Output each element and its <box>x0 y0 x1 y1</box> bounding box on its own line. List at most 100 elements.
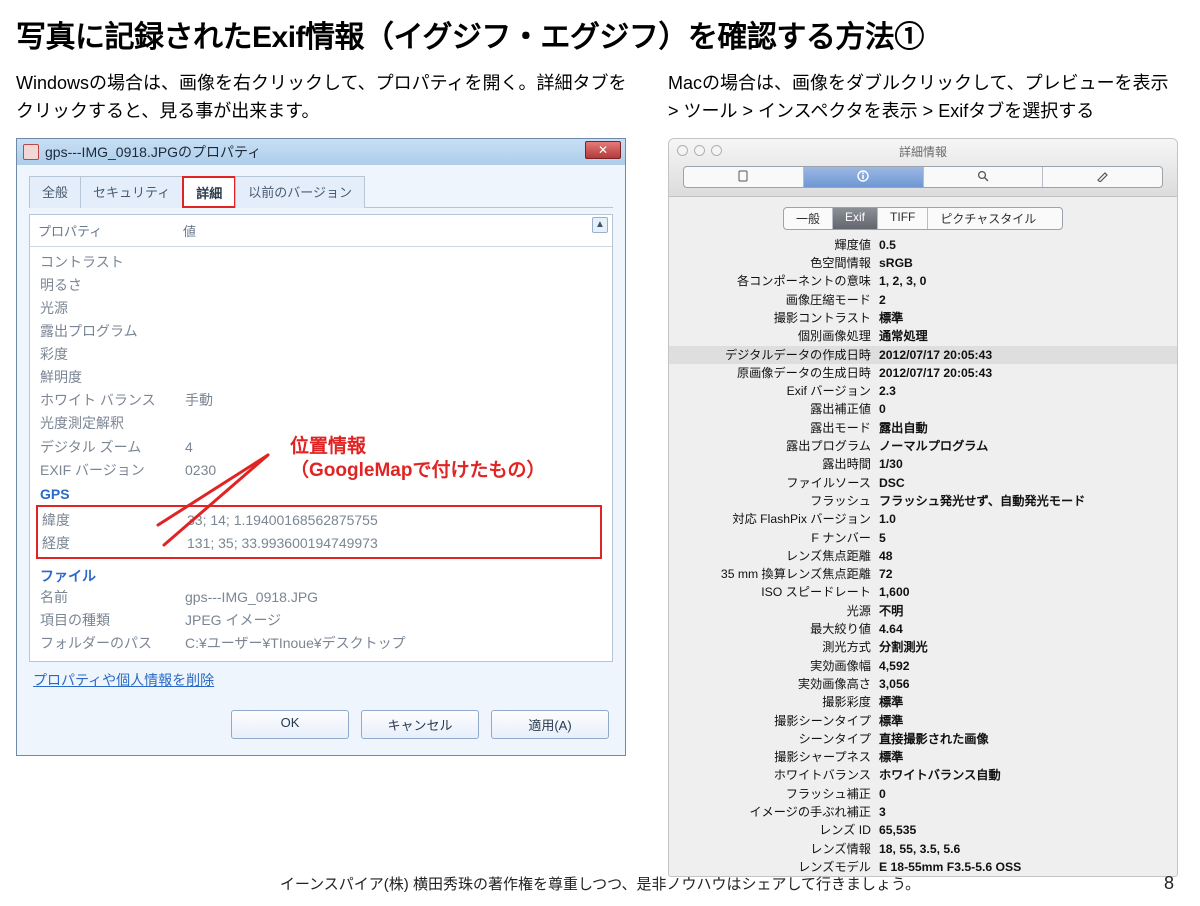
exif-value: 標準 <box>879 748 1167 766</box>
exif-value: 2012/07/17 20:05:43 <box>879 346 1167 364</box>
exif-row: 露出プログラムノーマルプログラム <box>669 437 1177 455</box>
exif-key: フラッシュ補正 <box>679 785 879 803</box>
mac-tab-general[interactable]: 一般 <box>784 208 833 229</box>
exif-value: 1, 2, 3, 0 <box>879 272 1167 290</box>
exif-key: F ナンバー <box>679 529 879 547</box>
exif-key: 実効画像高さ <box>679 675 879 693</box>
windows-lead-text: Windowsの場合は、画像を右クリックして、プロパティを開く。詳細タブをクリッ… <box>16 70 636 126</box>
exif-key: 35 mm 換算レンズ焦点距離 <box>679 565 879 583</box>
exif-key: 撮影彩度 <box>679 693 879 711</box>
exif-key: ファイルソース <box>679 474 879 492</box>
exif-key: Exif バージョン <box>679 382 879 400</box>
exif-key: 色空間情報 <box>679 254 879 272</box>
tab-previous-versions[interactable]: 以前のバージョン <box>235 176 365 208</box>
exif-row: 輝度値0.5 <box>669 236 1177 254</box>
exif-value: フラッシュ発光せず、自動発光モード <box>879 492 1167 510</box>
exif-key: イメージの手ぶれ補正 <box>679 803 879 821</box>
exif-value: 0 <box>879 400 1167 418</box>
exif-key: レンズ情報 <box>679 840 879 858</box>
apply-button[interactable]: 適用(A) <box>491 710 609 739</box>
col-header-value: 値 <box>183 221 604 240</box>
exif-key: 露出補正値 <box>679 400 879 418</box>
exif-value: 1/30 <box>879 455 1167 473</box>
exif-row: レンズ焦点距離48 <box>669 547 1177 565</box>
exif-value: 0 <box>879 785 1167 803</box>
windows-body: 全般 セキュリティ 詳細 以前のバージョン ▲ プロパティ 値 コントラスト 明… <box>17 165 625 755</box>
section-header-file: ファイル <box>40 562 602 586</box>
tab-details[interactable]: 詳細 <box>182 176 236 208</box>
exif-key: 露出時間 <box>679 455 879 473</box>
cancel-button[interactable]: キャンセル <box>361 710 479 739</box>
exif-value: 1,600 <box>879 583 1167 601</box>
page-title: 写真に記録されたExif情報（イグジフ・エグジフ）を確認する方法① <box>16 12 1184 56</box>
prop-row: 露出プログラム <box>40 320 602 343</box>
exif-row: ISO スピードレート1,600 <box>669 583 1177 601</box>
two-columns: Windowsの場合は、画像を右クリックして、プロパティを開く。詳細タブをクリッ… <box>16 70 1184 877</box>
scroll-up-icon[interactable]: ▲ <box>592 217 608 233</box>
annotation-text: 位置情報 （GoogleMapで付けたもの） <box>290 435 545 483</box>
seg-edit-icon[interactable] <box>1043 167 1162 187</box>
exif-row: 35 mm 換算レンズ焦点距離72 <box>669 565 1177 583</box>
exif-key: 撮影コントラスト <box>679 309 879 327</box>
mac-inspector-window: 詳細情報 一般 Exi <box>668 138 1178 877</box>
prop-row-gps-lat: 緯度33; 14; 1.19400168562875755 <box>42 509 596 532</box>
prop-row-gps-lon: 経度131; 35; 33.993600194749973 <box>42 532 596 555</box>
exif-value: 3 <box>879 803 1167 821</box>
ok-button[interactable]: OK <box>231 710 349 739</box>
windows-properties-dialog: gps---IMG_0918.JPGのプロパティ ✕ 全般 セキュリティ 詳細 … <box>16 138 626 756</box>
exif-key: 実効画像幅 <box>679 657 879 675</box>
exif-key: シーンタイプ <box>679 730 879 748</box>
exif-row: 実効画像高さ3,056 <box>669 675 1177 693</box>
exif-key: 各コンポーネントの意味 <box>679 272 879 290</box>
prop-row: 彩度 <box>40 343 602 366</box>
exif-value: 2.3 <box>879 382 1167 400</box>
exif-key: レンズ ID <box>679 821 879 839</box>
remove-properties-link[interactable]: プロパティや個人情報を削除 <box>29 662 214 696</box>
seg-document-icon[interactable] <box>684 167 804 187</box>
seg-info-icon[interactable] <box>804 167 924 187</box>
exif-row: ファイルソースDSC <box>669 474 1177 492</box>
exif-row: 撮影コントラスト標準 <box>669 309 1177 327</box>
traffic-close-icon[interactable] <box>677 145 688 156</box>
exif-row: 露出補正値0 <box>669 400 1177 418</box>
mac-tab-exif[interactable]: Exif <box>833 208 878 229</box>
close-icon[interactable]: ✕ <box>585 141 621 159</box>
exif-row: 各コンポーネントの意味1, 2, 3, 0 <box>669 272 1177 290</box>
exif-value: 1.0 <box>879 510 1167 528</box>
windows-dialog-buttons: OK キャンセル 適用(A) <box>29 696 613 743</box>
windows-title-text: gps---IMG_0918.JPGのプロパティ <box>45 142 261 162</box>
exif-value: 3,056 <box>879 675 1167 693</box>
exif-row: 画像圧縮モード2 <box>669 291 1177 309</box>
exif-row: F ナンバー5 <box>669 529 1177 547</box>
traffic-zoom-icon[interactable] <box>711 145 722 156</box>
prop-row: 項目の種類JPEG イメージ <box>40 609 602 632</box>
exif-row: ホワイトバランスホワイトバランス自動 <box>669 766 1177 784</box>
mac-toolbar: 詳細情報 <box>669 139 1177 197</box>
exif-value: DSC <box>879 474 1167 492</box>
mac-tab-tiff[interactable]: TIFF <box>878 208 928 229</box>
mac-tab-picturestyle[interactable]: ピクチャスタイル <box>928 208 1062 229</box>
exif-value: sRGB <box>879 254 1167 272</box>
exif-value: 4,592 <box>879 657 1167 675</box>
exif-value: 標準 <box>879 309 1167 327</box>
traffic-minimize-icon[interactable] <box>694 145 705 156</box>
exif-row: 実効画像幅4,592 <box>669 657 1177 675</box>
exif-value: ノーマルプログラム <box>879 437 1167 455</box>
prop-row: フォルダーのパスC:¥ユーザー¥TInoue¥デスクトップ <box>40 632 602 655</box>
exif-key: レンズ焦点距離 <box>679 547 879 565</box>
mac-traffic-lights <box>677 145 722 156</box>
windows-titlebar: gps---IMG_0918.JPGのプロパティ ✕ <box>17 139 625 165</box>
footer-copyright: イーンスパイア(株) 横田秀珠の著作権を尊重しつつ、是非ノウハウはシェアして行き… <box>0 873 1200 894</box>
exif-row: フラッシュフラッシュ発光せず、自動発光モード <box>669 492 1177 510</box>
exif-row: フラッシュ補正0 <box>669 785 1177 803</box>
tab-general[interactable]: 全般 <box>29 176 81 208</box>
exif-key: デジタルデータの作成日時 <box>679 346 879 364</box>
seg-search-icon[interactable] <box>924 167 1044 187</box>
exif-value: 48 <box>879 547 1167 565</box>
exif-row: 撮影シーンタイプ標準 <box>669 712 1177 730</box>
column-mac: Macの場合は、画像をダブルクリックして、プレビューを表示 > ツール > イン… <box>668 70 1178 877</box>
exif-value: 通常処理 <box>879 327 1167 345</box>
exif-row: レンズ ID65,535 <box>669 821 1177 839</box>
exif-value: 18, 55, 3.5, 5.6 <box>879 840 1167 858</box>
tab-security[interactable]: セキュリティ <box>80 176 183 208</box>
